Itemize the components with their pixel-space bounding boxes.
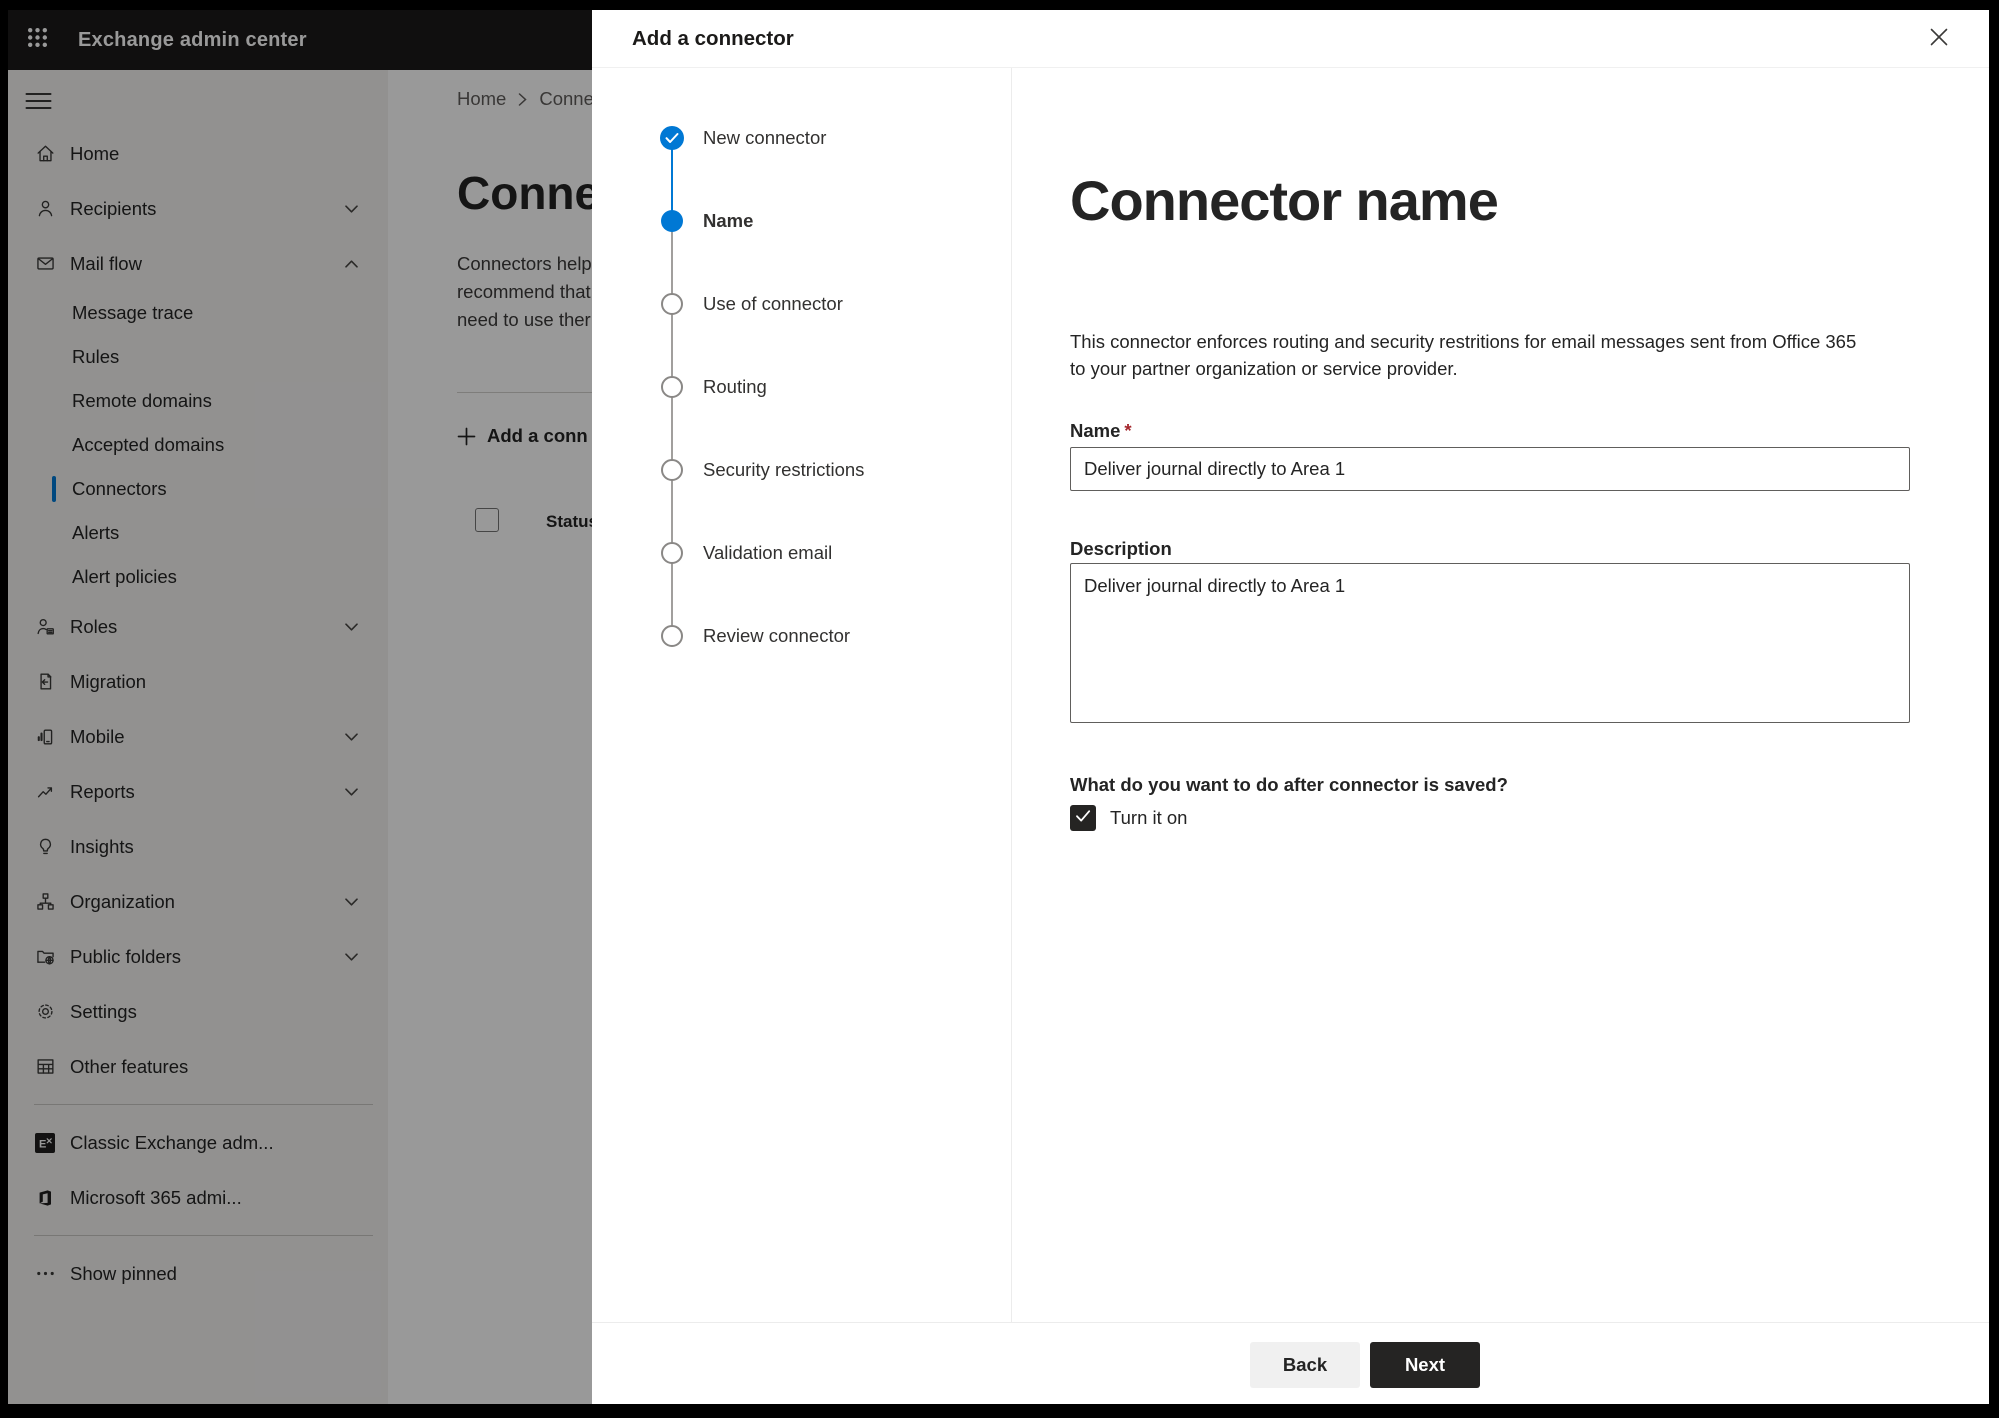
- wizard-step-security-restrictions[interactable]: Security restrictions: [592, 456, 1011, 484]
- wizard-step-routing[interactable]: Routing: [592, 373, 1011, 401]
- dialog-title: Add a connector: [632, 27, 794, 50]
- description-field-label: Description: [1070, 538, 1172, 559]
- step-upcoming-icon: [661, 376, 683, 398]
- step-label: Use of connector: [703, 293, 843, 314]
- wizard-step-name[interactable]: Name: [592, 207, 1011, 235]
- step-upcoming-icon: [661, 459, 683, 481]
- step-completed-icon: [660, 126, 684, 150]
- dialog-header: Add a connector: [592, 10, 1989, 68]
- required-asterisk: *: [1124, 420, 1132, 441]
- app-window: Exchange admin center Home Recipients Ma…: [8, 10, 1989, 1404]
- connector-name-input[interactable]: [1070, 447, 1910, 491]
- add-connector-dialog: Add a connector New connector Name Use o…: [592, 10, 1989, 1404]
- wizard-step-new-connector[interactable]: New connector: [592, 124, 1011, 152]
- step-description: This connector enforces routing and secu…: [1070, 328, 1856, 382]
- step-label: New connector: [703, 127, 827, 148]
- close-icon: [1924, 22, 1954, 57]
- step-upcoming-icon: [661, 542, 683, 564]
- checkmark-icon: [1075, 809, 1091, 828]
- description-line: This connector enforces routing and secu…: [1070, 331, 1857, 352]
- step-label: Security restrictions: [703, 459, 865, 480]
- wizard-step-review-connector[interactable]: Review connector: [592, 622, 1011, 650]
- turn-it-on-checkbox[interactable]: [1070, 805, 1096, 831]
- step-label: Routing: [703, 376, 767, 397]
- turn-it-on-label: Turn it on: [1110, 807, 1188, 828]
- connector-description-textarea[interactable]: Deliver journal directly to Area 1: [1070, 563, 1910, 723]
- name-label-text: Name: [1070, 420, 1121, 441]
- next-button[interactable]: Next: [1370, 1342, 1480, 1388]
- step-upcoming-icon: [661, 293, 683, 315]
- wizard-step-validation-email[interactable]: Validation email: [592, 539, 1011, 567]
- turn-it-on-row: Turn it on: [1070, 805, 1187, 831]
- step-upcoming-icon: [661, 625, 683, 647]
- step-label: Name: [703, 210, 754, 231]
- step-page-heading: Connector name: [1070, 169, 1499, 232]
- after-save-question: What do you want to do after connector i…: [1070, 774, 1508, 795]
- close-button[interactable]: [1923, 23, 1955, 55]
- wizard-step-use-of-connector[interactable]: Use of connector: [592, 290, 1011, 318]
- wizard-steps-rail: New connector Name Use of connector Rout…: [592, 68, 1012, 1322]
- back-button[interactable]: Back: [1250, 1342, 1360, 1388]
- step-current-icon: [661, 210, 683, 232]
- description-line: to your partner organization or service …: [1070, 358, 1458, 379]
- step-label: Review connector: [703, 625, 851, 646]
- name-field-label: Name *: [1070, 420, 1132, 442]
- step-label: Validation email: [703, 542, 833, 563]
- dialog-footer: Back Next: [592, 1322, 1989, 1404]
